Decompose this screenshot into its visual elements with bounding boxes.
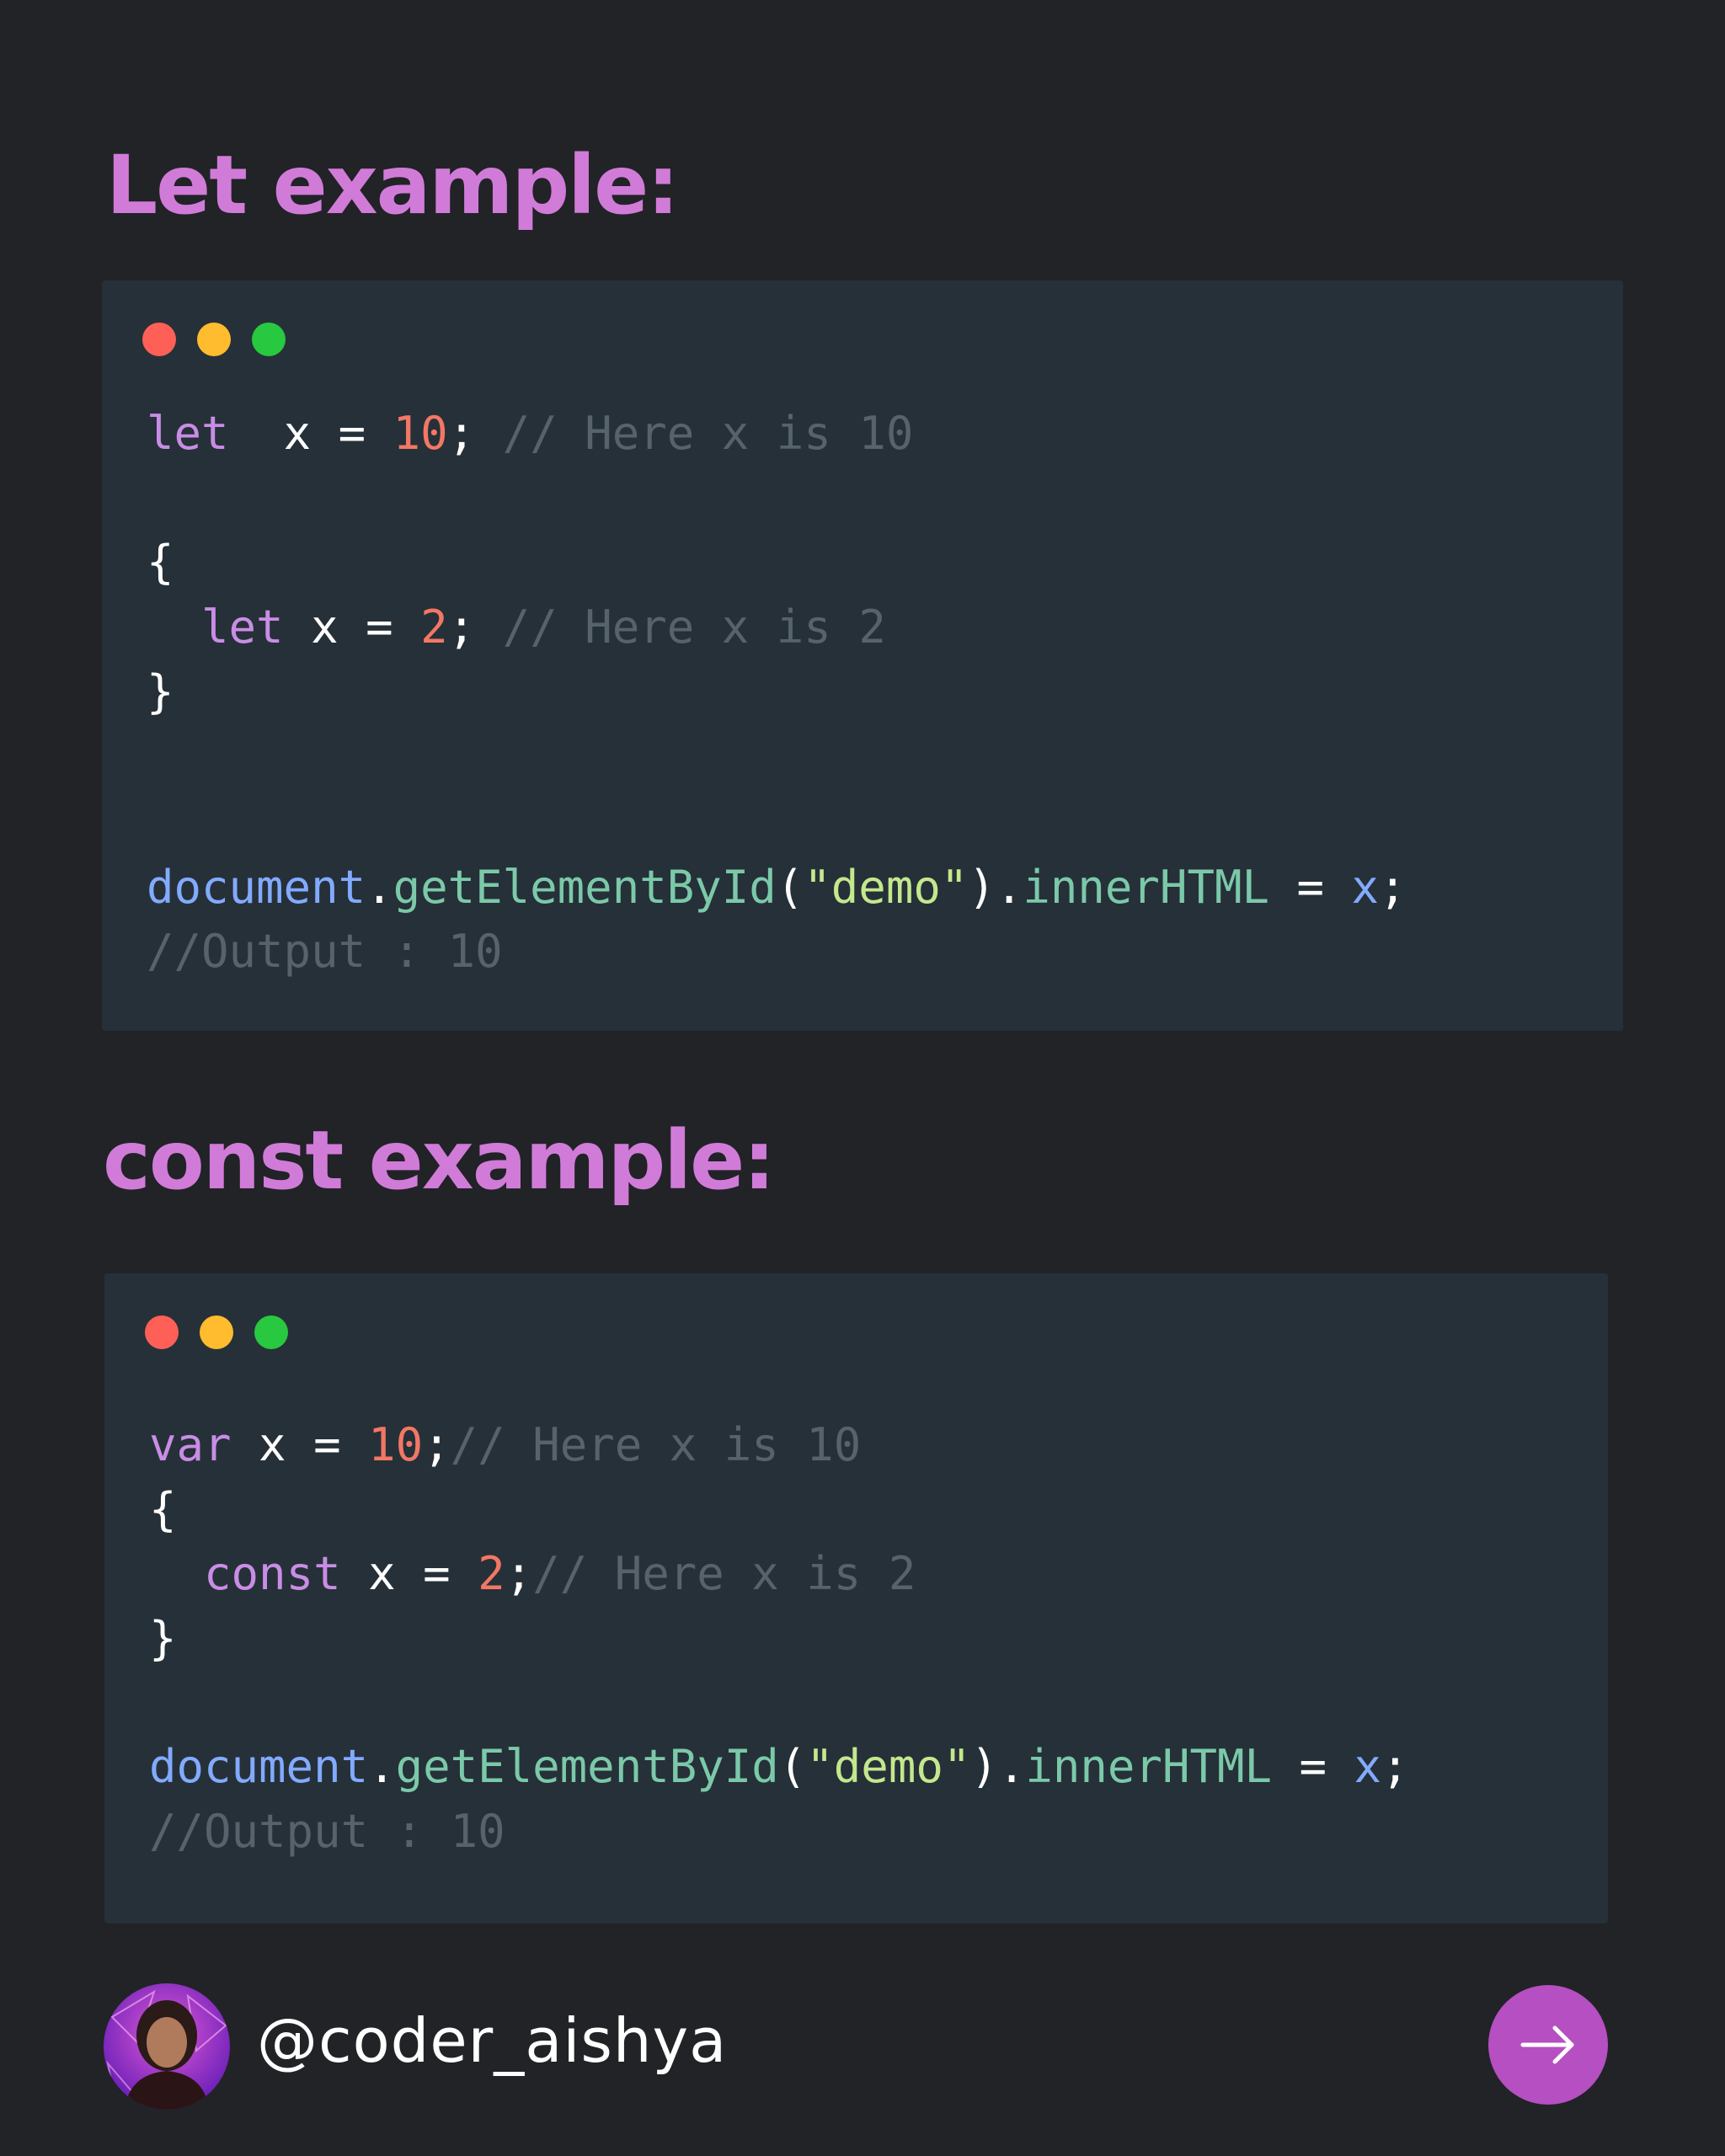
code-token: x bbox=[1354, 1740, 1382, 1793]
let-example-heading: Let example: bbox=[106, 138, 680, 232]
code-token: var bbox=[149, 1418, 232, 1471]
code-token: getElementById bbox=[393, 861, 777, 914]
arrow-right-icon bbox=[1520, 2025, 1574, 2064]
code-token: // Here x is 2 bbox=[532, 1547, 916, 1600]
code-token: //Output : 10 bbox=[147, 925, 503, 978]
code-token: // Here x is 10 bbox=[502, 407, 914, 460]
code-line: //Output : 10 bbox=[147, 929, 503, 974]
username-handle: @coder_aishya bbox=[257, 2005, 728, 2076]
close-dot-icon bbox=[142, 323, 176, 356]
maximize-dot-icon bbox=[254, 1315, 288, 1349]
code-token: ; bbox=[505, 1547, 533, 1600]
code-token: . bbox=[368, 1740, 396, 1793]
code-token: x = bbox=[283, 600, 421, 654]
code-line: let x = 2; // Here x is 2 bbox=[147, 605, 886, 650]
code-token: 2 bbox=[478, 1547, 505, 1600]
code-token: } bbox=[149, 1612, 177, 1665]
close-dot-icon bbox=[145, 1315, 179, 1349]
code-token: 2 bbox=[420, 600, 448, 654]
code-line: //Output : 10 bbox=[149, 1809, 505, 1854]
code-token: //Output : 10 bbox=[149, 1805, 505, 1858]
code-token: { bbox=[149, 1483, 177, 1536]
code-token: innerHTML bbox=[1025, 1740, 1272, 1793]
code-token: . bbox=[366, 861, 393, 914]
minimize-dot-icon bbox=[197, 323, 231, 356]
code-token: x = bbox=[231, 1418, 369, 1471]
code-token: getElementById bbox=[395, 1740, 779, 1793]
code-token: let bbox=[147, 407, 229, 460]
code-token: ; bbox=[447, 407, 503, 460]
code-line: var x = 10;// Here x is 10 bbox=[149, 1422, 861, 1468]
code-token: // Here x is 10 bbox=[450, 1418, 862, 1471]
code-token: ; bbox=[423, 1418, 451, 1471]
code-line: document.getElementById("demo").innerHTM… bbox=[147, 865, 1407, 910]
code-token: "demo" bbox=[806, 1740, 971, 1793]
minimize-dot-icon bbox=[200, 1315, 233, 1349]
code-token: innerHTML bbox=[1023, 861, 1269, 914]
code-token: document bbox=[147, 861, 366, 914]
code-line: } bbox=[147, 670, 174, 715]
code-token: // Here x is 2 bbox=[502, 600, 886, 654]
code-token: let bbox=[201, 600, 284, 654]
code-token: 10 bbox=[368, 1418, 424, 1471]
code-token: = bbox=[1272, 1740, 1354, 1793]
code-line: document.getElementById("demo").innerHTM… bbox=[149, 1744, 1409, 1790]
next-button[interactable] bbox=[1488, 1985, 1608, 2105]
let-code-window: let x = 10; // Here x is 10 { let x = 2;… bbox=[102, 280, 1623, 1031]
code-token: 10 bbox=[393, 407, 448, 460]
code-token: ( bbox=[778, 1740, 807, 1793]
const-example-heading: const example: bbox=[103, 1113, 776, 1208]
maximize-dot-icon bbox=[252, 323, 286, 356]
code-token: "demo" bbox=[804, 861, 969, 914]
code-token: = bbox=[1269, 861, 1352, 914]
code-token: ). bbox=[970, 1740, 1026, 1793]
code-token: } bbox=[147, 665, 174, 718]
code-token: x = bbox=[228, 407, 393, 460]
code-token: ). bbox=[968, 861, 1023, 914]
code-line: } bbox=[149, 1616, 177, 1662]
code-token: ; bbox=[1379, 861, 1407, 914]
code-token: ; bbox=[447, 600, 503, 654]
code-token: ( bbox=[776, 861, 804, 914]
code-token: { bbox=[147, 536, 174, 589]
const-code-window: var x = 10;// Here x is 10 { const x = 2… bbox=[104, 1273, 1608, 1924]
avatar[interactable] bbox=[104, 1983, 230, 2110]
code-token: const bbox=[204, 1547, 341, 1600]
code-token: ; bbox=[1381, 1740, 1409, 1793]
code-line: { bbox=[149, 1487, 177, 1533]
code-line: let x = 10; // Here x is 10 bbox=[147, 411, 913, 456]
code-line: const x = 2;// Here x is 2 bbox=[149, 1551, 916, 1597]
code-token: document bbox=[149, 1740, 369, 1793]
code-token: x bbox=[1351, 861, 1380, 914]
code-token: x = bbox=[340, 1547, 478, 1600]
code-line: { bbox=[147, 540, 174, 585]
